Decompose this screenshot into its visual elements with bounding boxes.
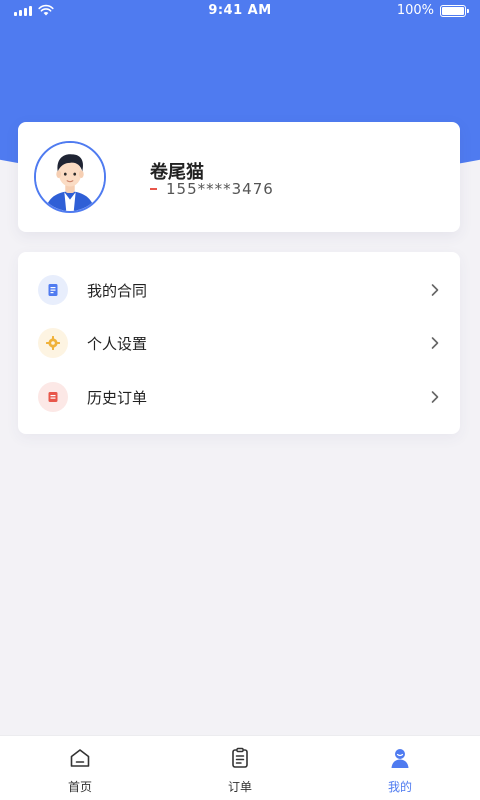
- menu-item-order-history[interactable]: 历史订单: [18, 370, 460, 424]
- menu-item-label: 历史订单: [87, 388, 148, 407]
- user-phone-row: 155****3476: [150, 180, 274, 198]
- menu-card: 我的合同 个人设置 历史订单: [18, 252, 460, 434]
- tab-mine[interactable]: 我的: [320, 736, 480, 800]
- menu-item-label: 个人设置: [87, 334, 148, 353]
- tab-home[interactable]: 首页: [0, 736, 160, 800]
- battery-level: [442, 6, 464, 15]
- profile-icon: [391, 749, 409, 768]
- tab-label: 我的: [387, 780, 412, 794]
- chevron-right-icon: [431, 337, 439, 349]
- menu-item-my-contracts[interactable]: 我的合同: [18, 263, 460, 317]
- tab-label: 首页: [67, 780, 92, 794]
- status-bar: 9:41 AM 100%: [0, 0, 480, 22]
- profile-card[interactable]: 卷尾猫 155****3476: [18, 122, 460, 232]
- chevron-right-icon: [431, 284, 439, 296]
- menu-item-personal-settings[interactable]: 个人设置: [18, 316, 460, 370]
- battery-percentage: 100%: [396, 3, 434, 18]
- tab-label: 订单: [227, 780, 252, 794]
- home-icon: [70, 749, 90, 767]
- contract-icon: [38, 275, 68, 305]
- user-avatar-icon[interactable]: [34, 141, 106, 213]
- settings-icon: [38, 328, 68, 358]
- bottom-tab-bar: 首页 订单 我的: [0, 735, 480, 800]
- tab-orders[interactable]: 订单: [160, 736, 320, 800]
- user-phone: 155****3476: [166, 180, 274, 198]
- phone-marker: [150, 188, 157, 190]
- status-right: 100%: [396, 3, 469, 18]
- order-history-icon: [38, 382, 68, 412]
- chevron-right-icon: [431, 391, 439, 403]
- menu-item-label: 我的合同: [87, 281, 148, 300]
- battery-icon: [440, 4, 469, 17]
- order-icon: [232, 747, 248, 768]
- profile-screen: 9:41 AM 100% 卷尾猫 155****3476 我的合同 个人设置 历…: [0, 0, 480, 800]
